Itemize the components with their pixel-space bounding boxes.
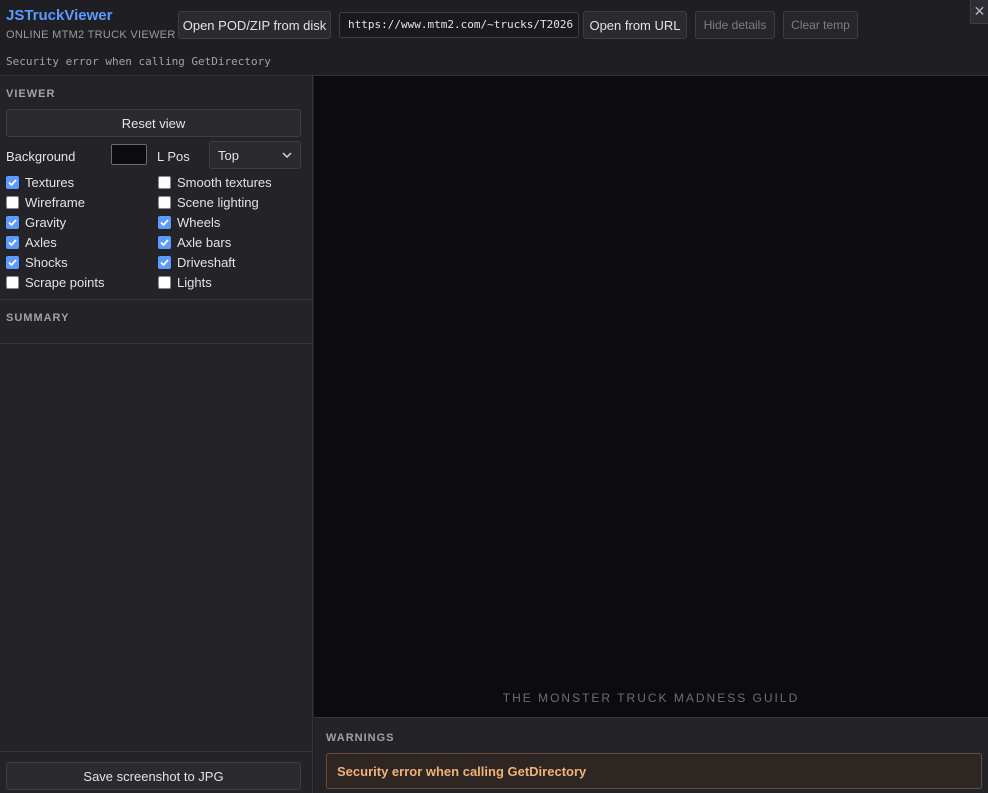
option-scrape-points[interactable]: Scrape points bbox=[6, 274, 105, 290]
warnings-panel: WARNINGS Security error when calling Get… bbox=[314, 717, 988, 793]
option-lights[interactable]: Lights bbox=[158, 274, 212, 290]
divider bbox=[0, 299, 313, 300]
sidebar: VIEWER Reset view Background L Pos Top T… bbox=[0, 76, 313, 793]
warnings-title: WARNINGS bbox=[326, 732, 395, 744]
lpos-label: L Pos bbox=[157, 149, 190, 164]
open-from-url-button[interactable]: Open from URL bbox=[583, 11, 687, 39]
checkbox-wireframe[interactable] bbox=[6, 195, 19, 209]
option-wireframe[interactable]: Wireframe bbox=[6, 194, 85, 210]
checkbox-gravity[interactable] bbox=[6, 215, 19, 229]
clear-temp-button[interactable]: Clear temp bbox=[783, 11, 858, 39]
checkbox-scrape-points[interactable] bbox=[6, 275, 19, 289]
url-input[interactable]: https://www.mtm2.com/~trucks/T2026 bbox=[339, 12, 579, 38]
status-message: Security error when calling GetDirectory bbox=[6, 55, 271, 68]
lpos-select[interactable]: Top bbox=[209, 141, 301, 169]
checkbox-driveshaft[interactable] bbox=[158, 255, 171, 269]
background-color-picker[interactable] bbox=[111, 144, 147, 165]
checkbox-lights[interactable] bbox=[158, 275, 171, 289]
option-label: Scene lighting bbox=[177, 194, 259, 210]
reset-view-button[interactable]: Reset view bbox=[6, 109, 301, 137]
viewer-section-title: VIEWER bbox=[6, 88, 56, 100]
checkbox-shocks[interactable] bbox=[6, 255, 19, 269]
checkbox-smooth-textures[interactable] bbox=[158, 175, 171, 189]
option-label: Axle bars bbox=[177, 234, 232, 250]
option-gravity[interactable]: Gravity bbox=[6, 214, 66, 230]
summary-section-title: SUMMARY bbox=[6, 312, 70, 324]
chevron-down-icon bbox=[282, 150, 292, 161]
option-label: Textures bbox=[25, 174, 75, 190]
option-wheels[interactable]: Wheels bbox=[158, 214, 220, 230]
option-label: Shocks bbox=[25, 254, 68, 270]
watermark-text: THE MONSTER TRUCK MADNESS GUILD bbox=[502, 691, 800, 705]
divider bbox=[0, 343, 313, 344]
option-label: Axles bbox=[25, 234, 57, 250]
option-axle-bars[interactable]: Axle bars bbox=[158, 234, 231, 250]
hide-details-button[interactable]: Hide details bbox=[695, 11, 775, 39]
option-textures[interactable]: Textures bbox=[6, 174, 74, 190]
warning-message: Security error when calling GetDirectory bbox=[326, 753, 982, 789]
option-smooth-textures[interactable]: Smooth textures bbox=[158, 174, 272, 190]
option-label: Driveshaft bbox=[177, 254, 236, 270]
option-label: Wireframe bbox=[25, 194, 85, 210]
open-from-disk-button[interactable]: Open POD/ZIP from disk bbox=[178, 11, 331, 39]
option-label: Gravity bbox=[25, 214, 67, 230]
save-screenshot-button[interactable]: Save screenshot to JPG bbox=[6, 762, 301, 790]
app-title: JSTruckViewer bbox=[6, 7, 113, 24]
option-scene-lighting[interactable]: Scene lighting bbox=[158, 194, 259, 210]
checkbox-axles[interactable] bbox=[6, 235, 19, 249]
divider bbox=[0, 751, 313, 752]
checkbox-wheels[interactable] bbox=[158, 215, 171, 229]
background-label: Background bbox=[6, 149, 76, 164]
checkbox-scene-lighting[interactable] bbox=[158, 195, 171, 209]
option-label: Lights bbox=[177, 274, 212, 290]
close-button[interactable]: ✕ bbox=[970, 0, 988, 24]
app-subtitle: ONLINE MTM2 TRUCK VIEWER bbox=[6, 29, 176, 41]
lpos-select-value: Top bbox=[218, 147, 239, 163]
option-axles[interactable]: Axles bbox=[6, 234, 57, 250]
top-bar: JSTruckViewer ONLINE MTM2 TRUCK VIEWER S… bbox=[0, 0, 988, 76]
close-icon: ✕ bbox=[973, 3, 986, 19]
option-label: Scrape points bbox=[25, 274, 105, 290]
option-label: Wheels bbox=[177, 214, 221, 230]
checkbox-axle-bars[interactable] bbox=[158, 235, 171, 249]
checkbox-textures[interactable] bbox=[6, 175, 19, 189]
option-label: Smooth textures bbox=[177, 174, 272, 190]
render-viewport[interactable]: THE MONSTER TRUCK MADNESS GUILD bbox=[314, 76, 988, 717]
option-shocks[interactable]: Shocks bbox=[6, 254, 68, 270]
option-driveshaft[interactable]: Driveshaft bbox=[158, 254, 236, 270]
